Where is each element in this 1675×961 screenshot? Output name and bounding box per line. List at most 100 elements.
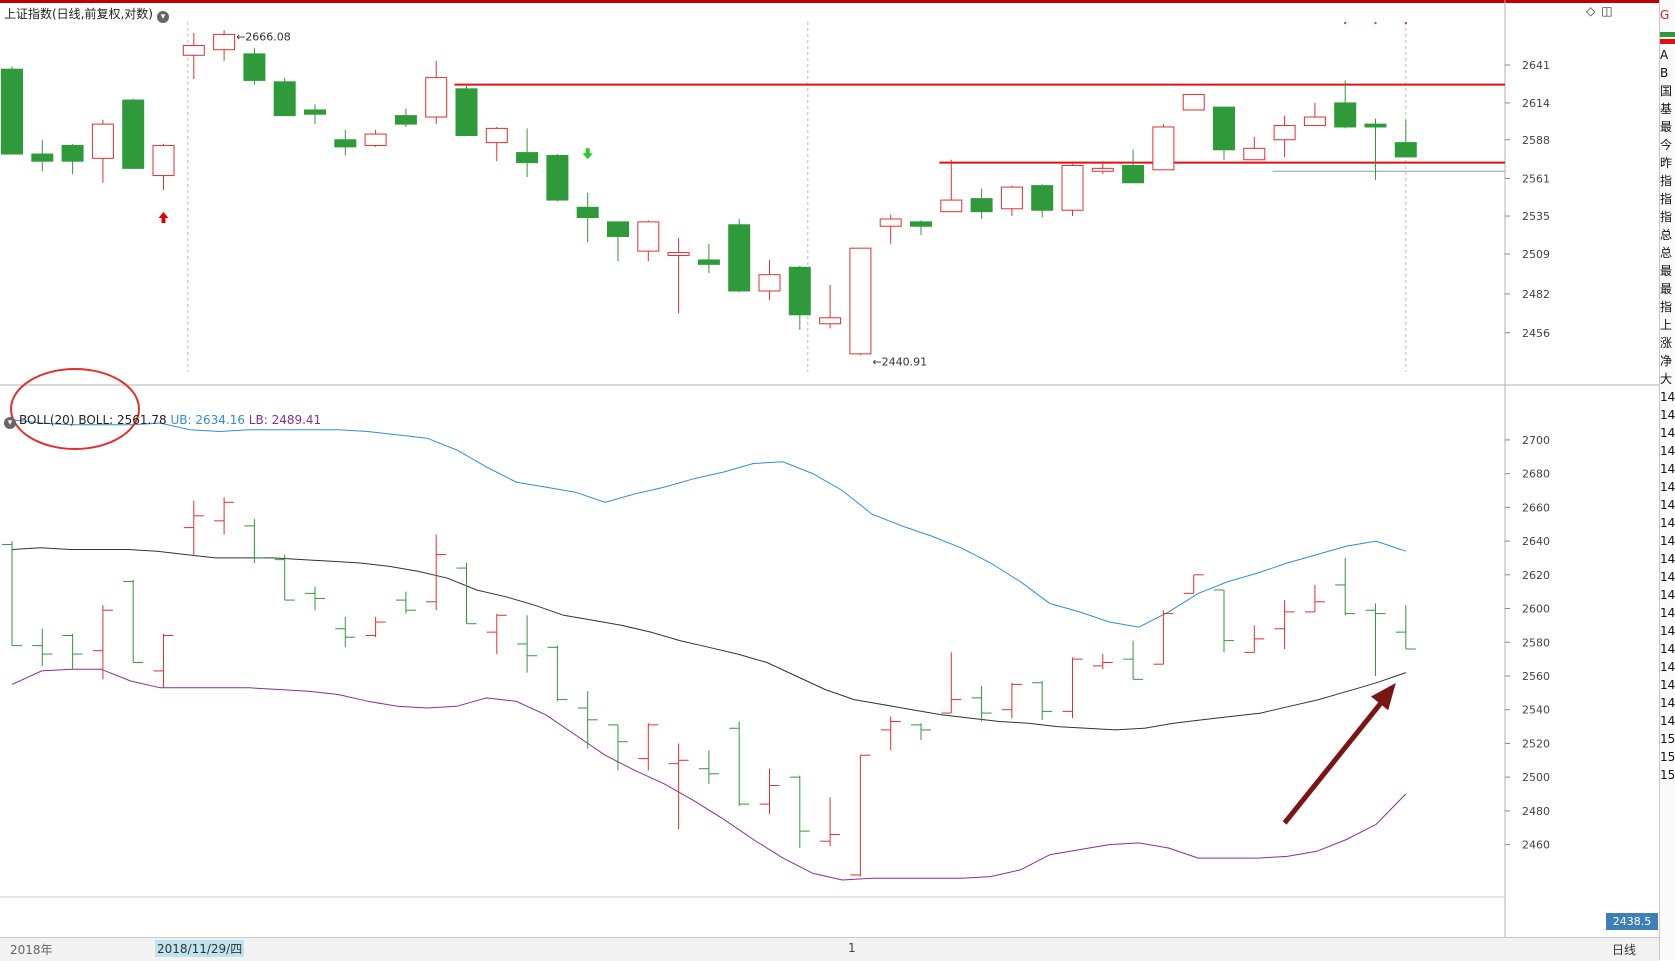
info-item: 15 <box>1660 750 1675 764</box>
boll-tick-label: 2580 <box>1522 636 1550 649</box>
candle-body <box>455 88 478 136</box>
candle-body <box>728 224 751 292</box>
info-head: G <box>1660 8 1670 22</box>
boll-tick-label: 2520 <box>1522 737 1550 750</box>
candle-body <box>1334 102 1357 128</box>
candle-body <box>1182 93 1205 111</box>
chart-title: 上证指数(日线,前复权,对数) <box>4 7 153 21</box>
info-item: 总 <box>1660 228 1673 242</box>
info-item: 14 <box>1660 660 1675 674</box>
info-item: 14 <box>1660 588 1675 602</box>
info-item: 15 <box>1660 768 1675 782</box>
boll-tick-label: 2460 <box>1522 839 1550 852</box>
candle-body <box>1031 185 1054 211</box>
candle-body <box>849 247 872 355</box>
price-tick-label: 2482 <box>1522 288 1550 301</box>
boll-tick-label: 2700 <box>1522 434 1550 447</box>
info-item: 14 <box>1660 552 1675 566</box>
right-info-panel: G A B 国基最今昨指指指总总最最指上涨净大 14 14 14 14 14 14 14 14 14 1… <box>1659 0 1675 960</box>
price-tick-label: 2535 <box>1522 210 1550 223</box>
candle-body <box>425 77 448 118</box>
candle-body <box>182 45 205 56</box>
candle-body <box>940 199 963 213</box>
candle-body <box>61 144 84 162</box>
boll-tick-label: 2560 <box>1522 670 1550 683</box>
year-label: 2018年 <box>10 943 53 957</box>
info-item: 14 <box>1660 444 1675 458</box>
info-item: 总 <box>1660 246 1673 260</box>
boll-legend[interactable]: ▾ BOLL(20) BOLL: 2561.78 UB: 2634.16 LB: … <box>4 413 321 429</box>
info-item: 14 <box>1660 534 1675 548</box>
lb-value: LB: 2489.41 <box>248 413 322 427</box>
chevron-down-icon[interactable]: ▾ <box>157 11 169 23</box>
price-tick-label: 2561 <box>1522 172 1550 185</box>
info-item: 14 <box>1660 714 1675 728</box>
candle-body <box>273 81 296 117</box>
boll-name: BOLL(20) <box>19 413 75 427</box>
info-item: 14 <box>1660 516 1675 530</box>
info-item: 指 <box>1660 192 1673 206</box>
candle-body <box>1243 147 1266 161</box>
price-tick-label: 2456 <box>1522 327 1550 340</box>
candle-body <box>697 259 720 265</box>
candle-body <box>122 99 145 169</box>
candle-body <box>1303 116 1326 127</box>
ub-value: UB: 2634.16 <box>170 413 245 427</box>
chevron-down-icon[interactable]: ▾ <box>4 417 16 429</box>
boll-tick-label: 2660 <box>1522 501 1550 514</box>
info-item: 14 <box>1660 606 1675 620</box>
high-annotation: ←2666.08 <box>236 30 291 43</box>
info-item: 14 <box>1660 408 1675 422</box>
candle-body <box>213 33 236 51</box>
buy-signal-arrow <box>158 211 169 223</box>
info-item: 大 <box>1660 372 1673 386</box>
chart-header[interactable]: 上证指数(日线,前复权,对数) ▾ <box>4 5 169 23</box>
candle-body <box>667 252 690 257</box>
candle-body <box>546 154 569 201</box>
boll-tick-label: 2680 <box>1522 468 1550 481</box>
candle-body <box>1122 164 1145 184</box>
boll-tick-label: 2480 <box>1522 805 1550 818</box>
highlight-ellipse <box>10 368 140 450</box>
corner-icons: ◇ ◫ <box>1580 4 1613 18</box>
info-item: B <box>1660 66 1669 80</box>
info-item: 最 <box>1660 120 1673 134</box>
candle-body <box>31 153 54 162</box>
candle-body <box>819 317 842 325</box>
candle-body <box>485 127 508 144</box>
info-item: 基 <box>1660 102 1673 116</box>
candle-body <box>334 139 357 148</box>
chart-area[interactable]: 2456 2482 2509 2535 2561 2588 2614 2641 2460 2480… <box>0 0 1659 937</box>
candle-body <box>637 221 660 252</box>
info-item: 14 <box>1660 624 1675 638</box>
price-tick-label: 2588 <box>1522 134 1550 147</box>
candle-body <box>1213 106 1235 151</box>
boll-line-ub <box>11 419 1406 628</box>
low-annotation: ←2440.91 <box>872 355 927 368</box>
info-item: 14 <box>1660 642 1675 656</box>
info-item: 上 <box>1660 318 1673 332</box>
info-item: 最 <box>1660 264 1673 278</box>
candle-body <box>516 152 539 164</box>
candle-body <box>879 218 902 227</box>
marker-dot <box>1374 22 1377 24</box>
candle-body <box>1152 126 1175 171</box>
info-item: 指 <box>1660 210 1673 224</box>
info-item: 14 <box>1660 426 1675 440</box>
info-item: 15 <box>1660 732 1675 746</box>
info-item: 净 <box>1660 354 1673 368</box>
info-green-bar <box>1660 32 1675 37</box>
period-tab[interactable]: 日线 <box>1612 941 1636 958</box>
info-item: 昨 <box>1660 156 1673 170</box>
boll-tick-label: 2640 <box>1522 535 1550 548</box>
diamond-icon[interactable]: ◇ <box>1586 4 1595 18</box>
info-item: 14 <box>1660 498 1675 512</box>
candle-body <box>364 133 387 146</box>
candle-body <box>1364 123 1387 128</box>
window-icon[interactable]: ◫ <box>1601 4 1612 18</box>
month-marker: 1 <box>848 941 856 955</box>
info-item: 14 <box>1660 696 1675 710</box>
cursor-date-label: 2018/11/29/四 <box>155 940 245 957</box>
info-item: 14 <box>1660 462 1675 476</box>
candle-body <box>1061 164 1084 211</box>
